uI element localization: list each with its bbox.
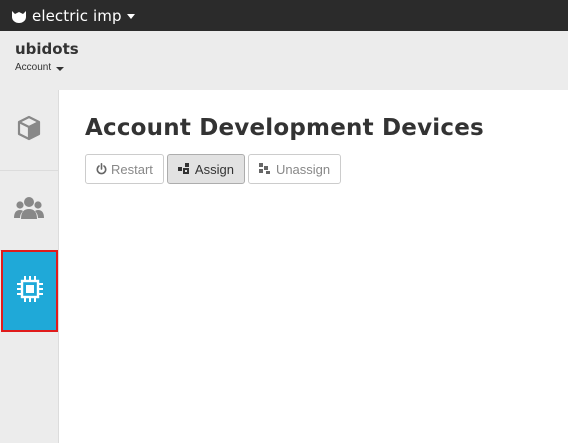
sidebar-item-devices[interactable] (1, 250, 58, 332)
assign-label: Assign (194, 161, 234, 177)
sidebar-item-products[interactable] (0, 90, 58, 171)
assign-button[interactable]: Assign (166, 154, 245, 184)
restart-button[interactable]: Restart (85, 154, 164, 184)
power-icon (96, 163, 107, 175)
unassign-button[interactable]: Unassign (247, 154, 342, 184)
device-action-toolbar: Restart Assign Unassign (85, 154, 344, 184)
sidebar-item-collaborators[interactable] (0, 171, 58, 251)
assign-icon (177, 163, 191, 175)
restart-label: Restart (111, 161, 153, 177)
chevron-down-icon (126, 14, 135, 19)
chip-icon (16, 275, 44, 308)
users-icon (14, 195, 44, 226)
brand-menu[interactable]: electric imp (11, 7, 135, 25)
sidebar (0, 90, 59, 443)
account-name: ubidots (15, 40, 79, 58)
main-content: Account Development Devices Restart Assi (59, 90, 568, 443)
account-header: ubidots Account (0, 31, 568, 90)
account-dropdown[interactable]: Account (15, 62, 65, 73)
account-dropdown-label: Account (15, 62, 52, 73)
caret-down-icon (56, 66, 65, 71)
top-navbar: electric imp (0, 0, 568, 31)
unassign-label: Unassign (275, 161, 331, 177)
cube-icon (16, 115, 42, 146)
imp-logo-icon (11, 9, 27, 23)
page-title: Account Development Devices (85, 115, 484, 141)
unassign-icon (258, 163, 272, 175)
brand-text: electric imp (32, 6, 122, 25)
